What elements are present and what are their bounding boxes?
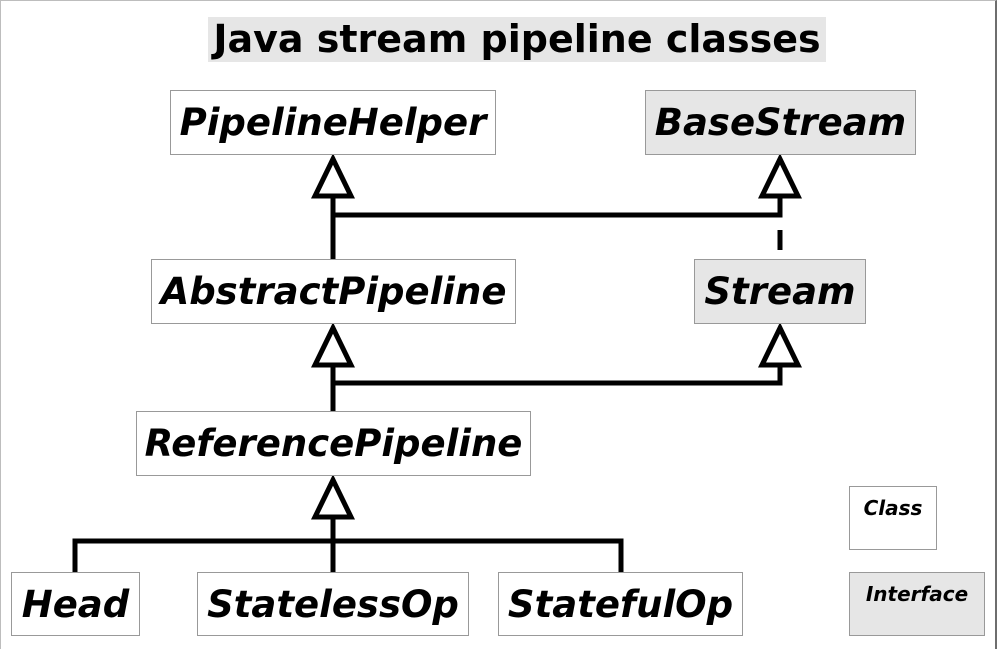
inheritance-arrow-icon [311,474,355,520]
node-stream: Stream [694,259,866,324]
edge-reference-to-stream [333,365,783,386]
node-pipeline-helper: PipelineHelper [170,90,496,155]
node-label: Stream [704,270,856,313]
legend-class: Class [849,486,937,550]
legend-interface: Interface [849,572,985,636]
legend-class-label: Class [863,496,923,520]
node-stateless-op: StatelessOp [197,572,469,636]
legend-interface-label: Interface [865,582,969,606]
node-base-stream: BaseStream [645,90,916,155]
inheritance-arrow-icon [758,153,802,199]
inheritance-arrow-icon [311,153,355,199]
edge-abstract-to-basestream [333,196,783,218]
node-label: BaseStream [654,101,907,144]
node-reference-pipeline: ReferencePipeline [136,411,531,476]
edge-subclasses-to-reference [72,538,624,572]
inheritance-arrow-icon [758,322,802,368]
node-stateful-op: StatefulOp [498,572,743,636]
node-abstract-pipeline: AbstractPipeline [151,259,516,324]
node-label: StatefulOp [507,582,734,626]
node-label: Head [21,582,130,626]
inheritance-arrow-icon [311,322,355,368]
node-label: PipelineHelper [179,101,487,144]
node-label: ReferencePipeline [144,422,523,465]
node-head: Head [11,572,140,636]
node-label: AbstractPipeline [160,270,507,313]
node-label: StatelessOp [207,582,459,626]
